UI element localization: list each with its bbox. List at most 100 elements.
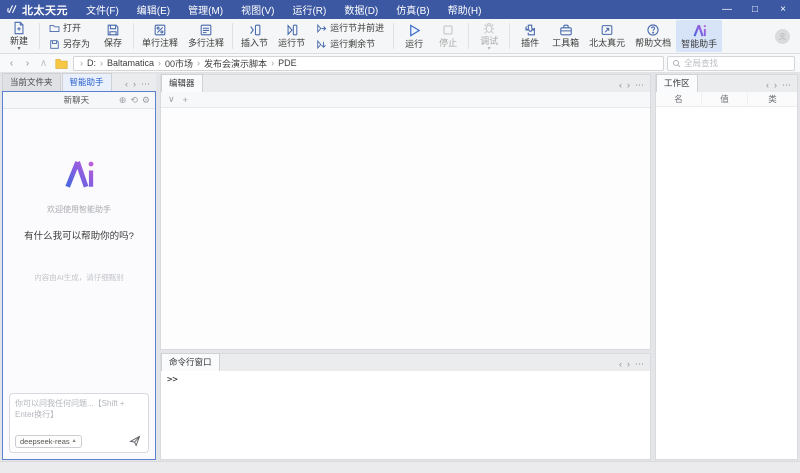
toolbox-button[interactable]: 工具箱 bbox=[547, 20, 584, 52]
breadcrumb-folder[interactable]: Baltamatica bbox=[107, 58, 154, 68]
tab-editor[interactable]: 编辑器 bbox=[161, 74, 203, 92]
run-remaining-button[interactable]: 运行剩余节 bbox=[313, 37, 387, 52]
tab-current-folder[interactable]: 当前文件夹 bbox=[2, 73, 61, 91]
chat-input[interactable]: 你可以问我任何问题...【Shift + Enter换行】 bbox=[15, 398, 143, 434]
forward-icon[interactable]: › bbox=[21, 56, 34, 71]
tab-command-window[interactable]: 命令行窗口 bbox=[161, 353, 220, 371]
chat-input-card: 你可以问我任何问题...【Shift + Enter换行】 deepseek-r… bbox=[9, 393, 149, 453]
command-input-area[interactable]: >> bbox=[161, 371, 650, 459]
tab-workspace[interactable]: 工作区 bbox=[656, 74, 698, 92]
command-tabstrip: 命令行窗口 ‹ › ⋯ bbox=[161, 354, 650, 371]
send-message-icon[interactable] bbox=[127, 434, 143, 448]
breadcrumb-folder[interactable]: PDE bbox=[278, 58, 297, 68]
insert-section-icon bbox=[248, 23, 262, 37]
more-options-icon[interactable]: ⋯ bbox=[635, 359, 644, 369]
multi-comment-button[interactable]: 多行注释 bbox=[183, 20, 229, 52]
tab-scroll-left-icon[interactable]: ‹ bbox=[619, 80, 622, 90]
center-column: 编辑器 ‹ › ⋯ ∨ + 命令行窗口 bbox=[160, 74, 651, 460]
toolbar-separator bbox=[509, 23, 510, 49]
browse-folder-icon[interactable] bbox=[53, 58, 70, 69]
plugins-button[interactable]: 插件 bbox=[513, 20, 547, 52]
save-button[interactable]: 保存 bbox=[96, 20, 130, 52]
back-icon[interactable]: ‹ bbox=[5, 56, 18, 71]
editor-canvas[interactable] bbox=[161, 108, 650, 349]
stop-button: 停止 bbox=[431, 20, 465, 52]
tab-scroll-right-icon[interactable]: › bbox=[133, 79, 136, 89]
tab-scroll-left-icon[interactable]: ‹ bbox=[619, 359, 622, 369]
ai-assistant-button[interactable]: 智能助手 bbox=[676, 20, 722, 52]
run-button[interactable]: 运行 bbox=[397, 20, 431, 52]
tab-ai-assistant[interactable]: 智能助手 bbox=[62, 73, 112, 91]
menu-file[interactable]: 文件(F) bbox=[78, 0, 127, 19]
column-header-name[interactable]: 名 bbox=[656, 93, 702, 105]
column-header-class[interactable]: 类 bbox=[748, 93, 797, 105]
global-search[interactable] bbox=[667, 56, 795, 71]
help-docs-button[interactable]: 帮助文档 bbox=[630, 20, 676, 52]
toolbar-separator bbox=[133, 23, 134, 49]
menu-simulation[interactable]: 仿真(B) bbox=[388, 0, 437, 19]
welcome-title: 有什么我可以帮助你的吗? bbox=[24, 228, 134, 242]
breadcrumb-folder[interactable]: 发布会演示脚本 bbox=[204, 57, 267, 70]
address-breadcrumb[interactable]: › D: › Baltamatica › 00市场 › 发布会演示脚本 › PD… bbox=[73, 56, 664, 71]
new-button[interactable]: 新建 ▾ bbox=[2, 20, 36, 52]
baltam-zhenyuan-button[interactable]: 北太真元 bbox=[584, 20, 630, 52]
menu-manage[interactable]: 管理(M) bbox=[180, 0, 231, 19]
application-window: 北太天元 文件(F) 编辑(E) 管理(M) 视图(V) 运行(R) 数据(D)… bbox=[0, 0, 800, 473]
more-options-icon[interactable]: ⋯ bbox=[782, 80, 791, 90]
command-tab-controls: ‹ › ⋯ bbox=[613, 359, 650, 371]
chat-header: 新聊天 ⊕ ⟲ ⚙ bbox=[3, 92, 155, 109]
more-options-icon[interactable]: ⋯ bbox=[141, 79, 150, 89]
menu-edit[interactable]: 编辑(E) bbox=[129, 0, 178, 19]
model-selector[interactable]: deepseek-reas ▲ bbox=[15, 435, 82, 448]
toolbar-separator bbox=[39, 23, 40, 49]
close-icon[interactable]: × bbox=[770, 1, 796, 19]
breadcrumb-drive[interactable]: D: bbox=[87, 58, 96, 68]
breadcrumb-folder[interactable]: 00市场 bbox=[165, 57, 193, 70]
column-header-value[interactable]: 值 bbox=[702, 93, 748, 105]
editor-panel: 编辑器 ‹ › ⋯ ∨ + bbox=[160, 74, 651, 350]
main-toolbar: 新建 ▾ 打开 另存为 保存 单行注释 多行注释 bbox=[0, 19, 800, 54]
new-chat-icon[interactable]: ⊕ bbox=[119, 95, 127, 106]
open-saveas-group: 打开 另存为 bbox=[43, 20, 96, 52]
global-search-input[interactable] bbox=[684, 58, 790, 68]
tab-scroll-right-icon[interactable]: › bbox=[627, 359, 630, 369]
tab-scroll-right-icon[interactable]: › bbox=[774, 80, 777, 90]
save-as-button[interactable]: 另存为 bbox=[46, 37, 93, 52]
main-area: 当前文件夹 智能助手 ‹ › ⋯ 新聊天 ⊕ ⟲ ⚙ bbox=[0, 73, 800, 461]
collapse-chevron-icon[interactable]: ∨ bbox=[168, 94, 175, 105]
puzzle-icon bbox=[523, 23, 537, 37]
editor-tab-controls: ‹ › ⋯ bbox=[613, 80, 650, 92]
menu-help[interactable]: 帮助(H) bbox=[440, 0, 490, 19]
tab-scroll-left-icon[interactable]: ‹ bbox=[125, 79, 128, 89]
workspace-variable-list[interactable] bbox=[656, 107, 797, 459]
left-sidebar: 当前文件夹 智能助手 ‹ › ⋯ 新聊天 ⊕ ⟲ ⚙ bbox=[2, 74, 156, 460]
help-icon bbox=[646, 23, 660, 37]
open-button[interactable]: 打开 bbox=[46, 21, 93, 36]
ai-assistant-panel: 新聊天 ⊕ ⟲ ⚙ 欢迎使用智能助手 有什么我可以帮助你的吗? 内容由AI生成，… bbox=[2, 91, 156, 460]
crumb-separator: › bbox=[156, 58, 163, 68]
tab-scroll-left-icon[interactable]: ‹ bbox=[766, 80, 769, 90]
insert-section-button[interactable]: 插入节 bbox=[236, 20, 273, 52]
minimize-icon[interactable]: — bbox=[714, 1, 740, 19]
command-window-panel: 命令行窗口 ‹ › ⋯ >> bbox=[160, 353, 651, 460]
more-options-icon[interactable]: ⋯ bbox=[635, 80, 644, 90]
maximize-icon[interactable]: □ bbox=[742, 1, 768, 19]
crumb-separator: › bbox=[98, 58, 105, 68]
settings-gear-icon[interactable]: ⚙ bbox=[142, 95, 150, 106]
run-section-advance-button[interactable]: 运行节并前进 bbox=[313, 21, 387, 36]
new-tab-icon[interactable]: + bbox=[183, 95, 188, 105]
stop-icon bbox=[441, 23, 455, 37]
app-logo: 北太天元 bbox=[0, 2, 78, 18]
user-avatar-icon[interactable] bbox=[775, 29, 790, 44]
chat-header-icons: ⊕ ⟲ ⚙ bbox=[119, 95, 150, 106]
single-comment-button[interactable]: 单行注释 bbox=[137, 20, 183, 52]
app-title: 北太天元 bbox=[22, 2, 68, 18]
history-icon[interactable]: ⟲ bbox=[130, 95, 138, 106]
up-folder-icon[interactable]: ∧ bbox=[37, 56, 50, 71]
run-section-button[interactable]: 运行节 bbox=[273, 20, 310, 52]
path-bar: ‹ › ∧ › D: › Baltamatica › 00市场 › 发布会演示脚… bbox=[0, 54, 800, 73]
menu-view[interactable]: 视图(V) bbox=[233, 0, 282, 19]
menu-run[interactable]: 运行(R) bbox=[284, 0, 334, 19]
menu-data[interactable]: 数据(D) bbox=[336, 0, 386, 19]
tab-scroll-right-icon[interactable]: › bbox=[627, 80, 630, 90]
